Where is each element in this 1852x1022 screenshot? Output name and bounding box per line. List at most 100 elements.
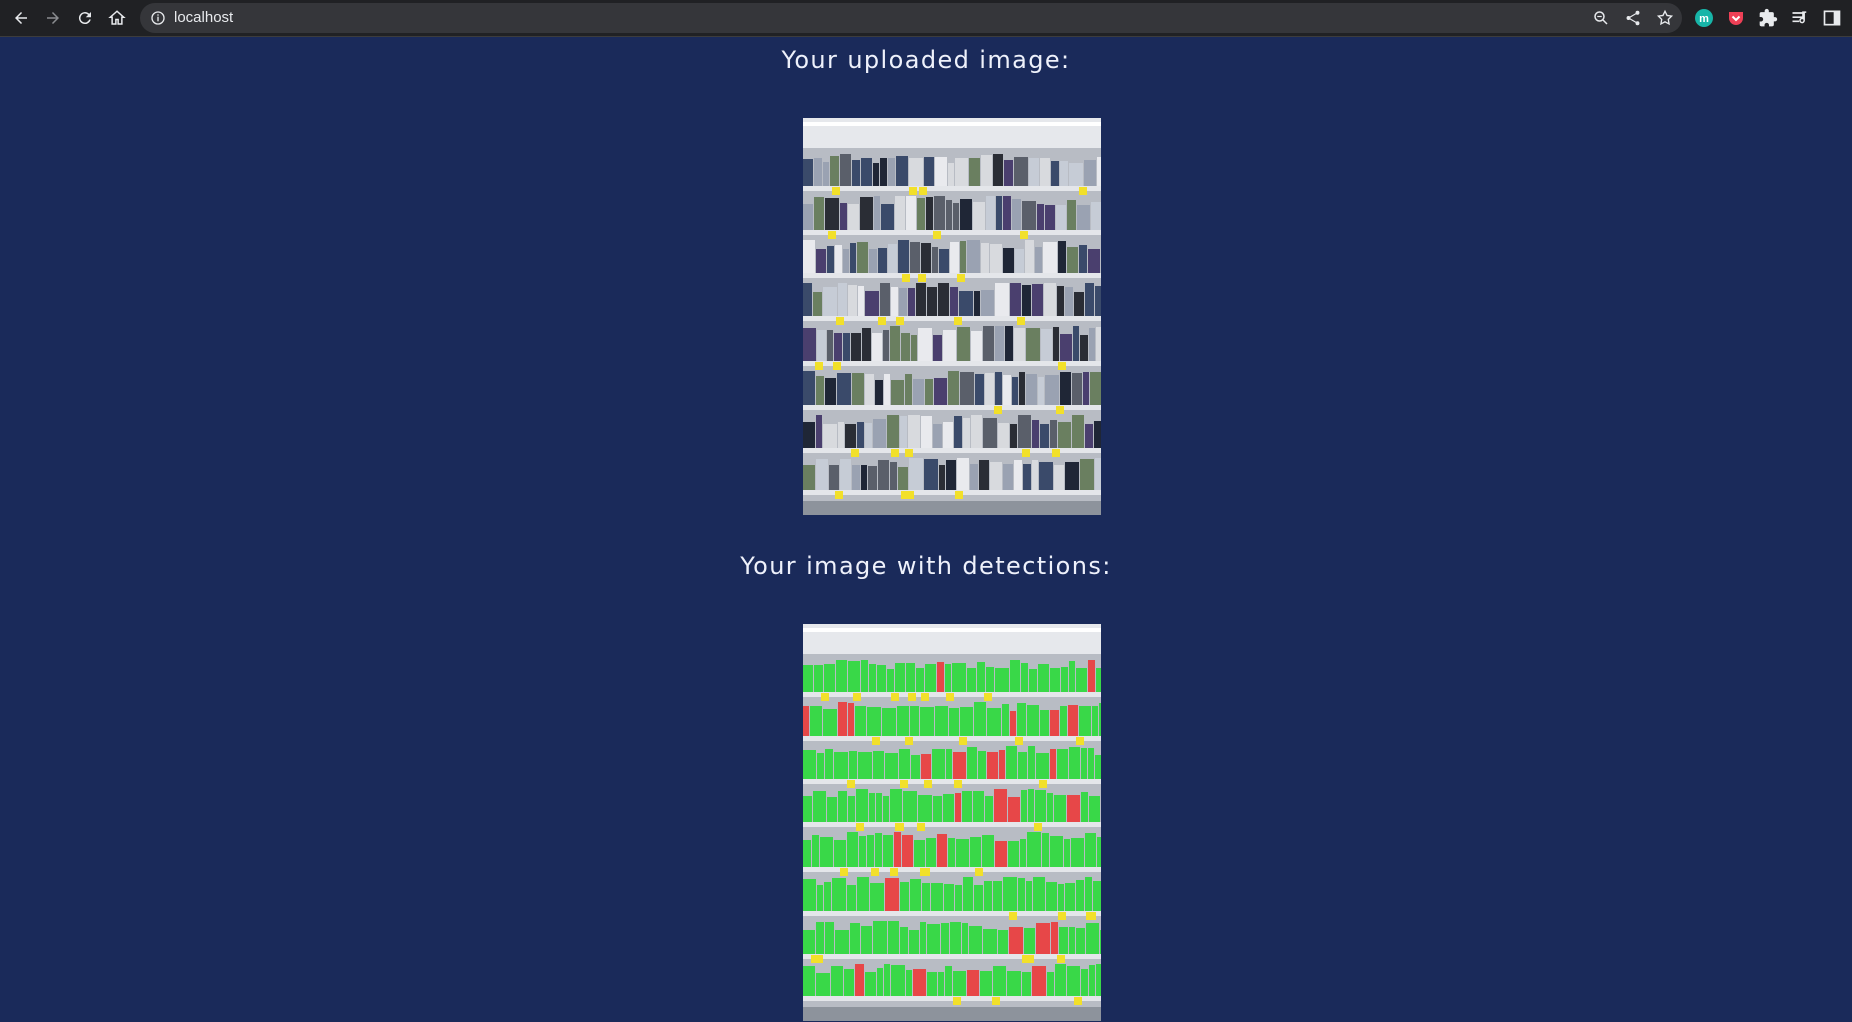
product [985,373,994,405]
detections-image-heading: Your image with detections: [740,552,1112,580]
product [877,665,886,692]
product [1069,927,1075,954]
product [1035,790,1046,822]
product [981,290,994,316]
product [974,702,986,736]
product [883,330,889,361]
product [1072,373,1082,405]
product [946,200,952,230]
puzzle-icon[interactable] [1758,8,1778,28]
product [883,835,893,867]
product [888,244,897,273]
product [1096,964,1101,996]
product [1076,880,1084,911]
product [885,753,898,779]
price-tag [1086,912,1094,920]
product [857,422,864,448]
m-extension-icon[interactable]: m [1694,8,1714,28]
product [875,833,882,867]
product [1065,883,1075,911]
pocket-icon[interactable] [1726,8,1746,28]
product [908,415,920,448]
product [1045,375,1059,405]
product [982,835,994,867]
product [1092,706,1098,736]
shelf-edge [803,996,1101,1001]
product [848,796,855,822]
price-tag [955,491,963,499]
product [1022,972,1031,996]
product [835,930,849,954]
product [1040,710,1049,736]
product [1065,462,1079,490]
star-icon[interactable] [1656,9,1674,27]
product [943,330,956,361]
product [985,796,993,822]
product [938,283,949,316]
product [998,423,1009,448]
product [860,197,873,230]
zoom-icon[interactable] [1592,9,1610,27]
product [909,930,919,954]
price-tag [836,317,844,325]
product [1050,836,1063,867]
product [1010,283,1021,316]
product [813,791,826,822]
product [1100,930,1101,954]
product [960,707,973,736]
product [803,240,815,273]
product [924,157,934,186]
product [1027,832,1041,867]
product [852,373,864,405]
product [920,922,926,954]
product [970,837,981,867]
shelf-edge [803,230,1101,235]
uploaded-image-heading: Your uploaded image: [781,46,1071,74]
product [1071,838,1084,867]
product [1058,884,1064,911]
url-text[interactable]: localhost [174,9,233,26]
product [1045,205,1055,230]
product [1040,424,1049,448]
product [834,333,842,361]
product [1058,241,1066,273]
price-tag [847,780,855,788]
reload-button[interactable] [73,6,97,30]
reading-list-icon[interactable] [1790,8,1810,28]
forward-button[interactable] [41,6,65,30]
product [887,415,899,448]
product [1039,462,1053,490]
product [1050,749,1056,779]
info-icon[interactable] [150,10,166,26]
back-button[interactable] [9,6,33,30]
product [931,883,943,911]
side-panel-icon[interactable] [1822,8,1842,28]
product [922,883,930,911]
product [987,708,1001,736]
price-tag [908,693,916,701]
product [838,283,847,316]
address-bar[interactable]: localhost [140,3,1682,33]
product [1042,833,1049,867]
arrow-right-icon [47,12,59,24]
product [955,158,968,186]
product [1051,922,1058,954]
price-tag [1074,997,1082,1005]
product [803,371,815,405]
product [882,708,896,736]
product [1059,927,1068,954]
product [1029,669,1037,692]
product [946,749,952,779]
product [1060,161,1068,186]
home-button[interactable] [105,6,129,30]
product [1033,877,1045,911]
product [827,330,833,361]
product [1046,882,1057,911]
product [1014,328,1025,361]
share-icon[interactable] [1624,9,1642,27]
product [1069,747,1080,779]
price-tag [901,491,909,499]
product [927,972,937,996]
product [1085,424,1093,448]
reload-icon [78,12,91,25]
